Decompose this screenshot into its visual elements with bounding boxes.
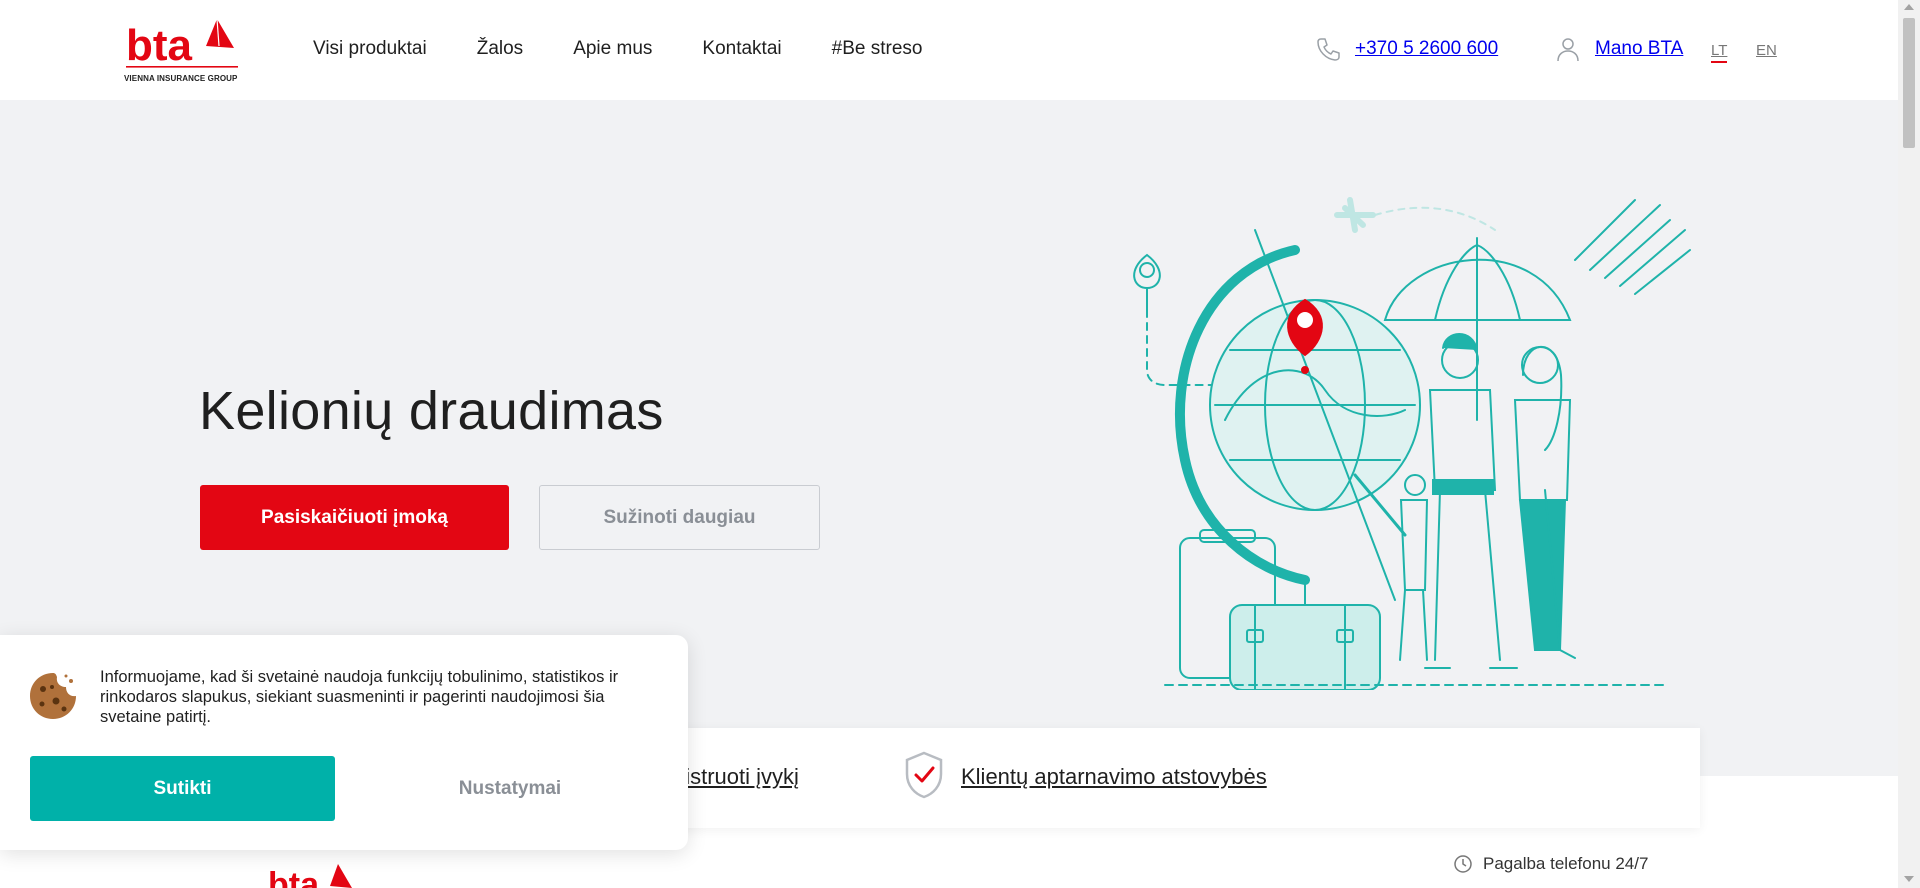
travel-insurance-illustration [1133,197,1691,690]
cookie-icon [30,673,76,719]
clock-icon [1454,855,1472,873]
cookie-settings-button[interactable]: Nustatymai [360,756,660,821]
quick-links-bar: gistruoti įvykį Klientų aptarnavimo atst… [593,728,1700,828]
scroll-up-arrow[interactable] [1904,4,1914,10]
phone-number: +370 5 2600 600 [1355,38,1499,59]
learn-more-button[interactable]: Sužinoti daugiau [539,485,820,550]
footer-logo: bta [268,862,358,888]
help-text: Pagalba telefonu 24/7 [1483,854,1649,873]
cookie-text: Informuojame, kad ši svetainė naudoja fu… [100,668,619,726]
phone-icon [1317,38,1340,61]
hero-title: Kelionių draudimas [199,381,664,441]
main-nav: Visi produktai Žalos Apie mus Kontaktai … [313,38,972,60]
nav-be-streso[interactable]: #Be streso [832,38,923,60]
lang-lt[interactable]: LT [1711,42,1728,63]
bta-logo[interactable]: bta VIENNA INSURANCE GROUP [124,16,242,86]
page-scrollbar[interactable] [1898,0,1920,888]
shield-check-icon [905,751,943,799]
site-header: bta VIENNA INSURANCE GROUP Visi produkta… [0,0,1898,100]
nav-about[interactable]: Apie mus [573,38,652,60]
lang-en[interactable]: EN [1756,42,1777,59]
svg-text:bta: bta [126,21,193,70]
user-icon [1557,38,1579,62]
register-claim-link[interactable]: gistruoti įvykį [673,764,799,790]
nav-claims[interactable]: Žalos [477,38,523,60]
scroll-down-arrow[interactable] [1904,876,1914,882]
calculate-premium-button[interactable]: Pasiskaičiuoti įmoką [200,485,509,550]
customer-offices-link[interactable]: Klientų aptarnavimo atstovybės [961,764,1267,790]
account-label: Mano BTA [1595,38,1684,59]
bta-logo-mark: bta [126,18,238,70]
accept-cookies-button[interactable]: Sutikti [30,756,335,821]
account-link[interactable]: Mano BTA [1555,36,1683,62]
help-24-7[interactable]: Pagalba telefonu 24/7 [1453,854,1648,874]
svg-text:bta: bta [268,866,320,888]
nav-all-products[interactable]: Visi produktai [313,38,427,60]
page: bta VIENNA INSURANCE GROUP Visi produkta… [0,0,1920,888]
phone-link[interactable]: +370 5 2600 600 [1315,36,1498,62]
nav-contacts[interactable]: Kontaktai [702,38,781,60]
logo-subtitle: VIENNA INSURANCE GROUP [124,74,238,83]
scroll-thumb[interactable] [1903,18,1915,148]
cookie-consent-dialog: Informuojame, kad ši svetainė naudoja fu… [0,635,688,850]
